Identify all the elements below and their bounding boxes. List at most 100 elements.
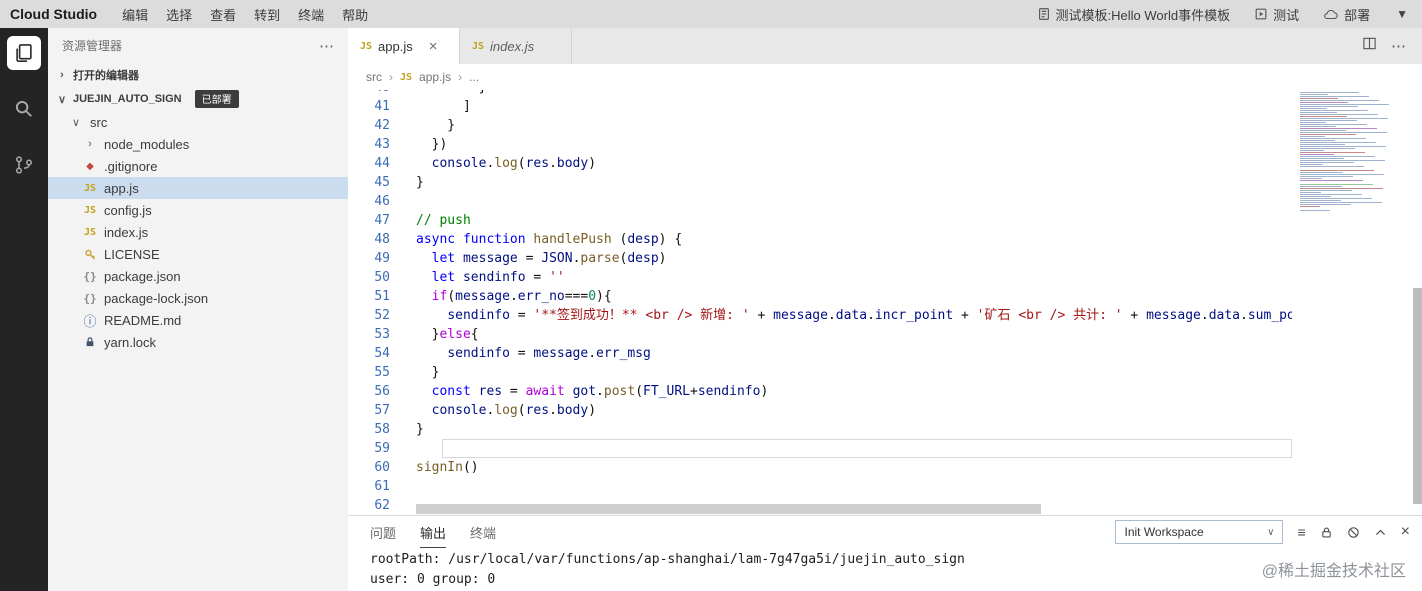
- line-number[interactable]: 49: [348, 249, 390, 268]
- code-text[interactable]: [390, 477, 416, 496]
- line-number[interactable]: 62: [348, 496, 390, 515]
- line-number[interactable]: 40: [348, 90, 390, 97]
- tree-item-LICENSE[interactable]: LICENSE: [48, 243, 348, 265]
- code-line-54[interactable]: 54 sendinfo = message.err_msg: [348, 344, 1292, 363]
- more-actions-icon[interactable]: ⋯: [1391, 37, 1406, 55]
- code-line-52[interactable]: 52 sendinfo = '**签到成功！** <br /> 新增: ' + …: [348, 306, 1292, 325]
- line-number[interactable]: 61: [348, 477, 390, 496]
- code-text[interactable]: }: [390, 90, 487, 97]
- code-line-55[interactable]: 55 }: [348, 363, 1292, 382]
- code-text[interactable]: [390, 496, 416, 515]
- code-text[interactable]: [390, 439, 416, 458]
- code-text[interactable]: console.log(res.body): [390, 401, 596, 420]
- split-editor-icon[interactable]: [1362, 36, 1377, 56]
- code-line-56[interactable]: 56 const res = await got.post(FT_URL+sen…: [348, 382, 1292, 401]
- tree-item-node_modules[interactable]: › node_modules: [48, 133, 348, 155]
- code-line-49[interactable]: 49 let message = JSON.parse(desp): [348, 249, 1292, 268]
- code-line-44[interactable]: 44 console.log(res.body): [348, 154, 1292, 173]
- menu-查看[interactable]: 查看: [201, 5, 245, 24]
- code-text[interactable]: if(message.err_no===0){: [390, 287, 612, 306]
- explorer-icon[interactable]: [7, 36, 41, 70]
- tree-item-config.js[interactable]: JS config.js: [48, 199, 348, 221]
- line-number[interactable]: 53: [348, 325, 390, 344]
- clear-output-icon[interactable]: [1347, 526, 1360, 539]
- tree-item-package.json[interactable]: {} package.json: [48, 265, 348, 287]
- code-text[interactable]: }): [390, 135, 448, 154]
- tree-item-.gitignore[interactable]: ◆ .gitignore: [48, 155, 348, 177]
- code-text[interactable]: sendinfo = '**签到成功！** <br /> 新增: ' + mes…: [390, 306, 1292, 325]
- code-line-61[interactable]: 61: [348, 477, 1292, 496]
- tree-item-yarn.lock[interactable]: yarn.lock: [48, 331, 348, 353]
- breadcrumb-item-file[interactable]: app.js: [419, 70, 451, 84]
- code-line-53[interactable]: 53 }else{: [348, 325, 1292, 344]
- code-line-47[interactable]: 47// push: [348, 211, 1292, 230]
- deploy-button[interactable]: 部署: [1311, 5, 1382, 24]
- line-number[interactable]: 56: [348, 382, 390, 401]
- code-text[interactable]: ]: [390, 97, 471, 116]
- code-line-48[interactable]: 48 async function handlePush (desp) {: [348, 230, 1292, 249]
- breadcrumb-item-src[interactable]: src: [366, 70, 382, 84]
- tab-index.js[interactable]: JS index.js: [460, 28, 572, 64]
- close-panel-icon[interactable]: ×: [1401, 523, 1410, 541]
- code-line-50[interactable]: 50 let sendinfo = '': [348, 268, 1292, 287]
- vertical-scrollbar[interactable]: [1413, 288, 1422, 504]
- line-number[interactable]: 43: [348, 135, 390, 154]
- code-editor[interactable]: 40 }41 ]42 }43 })44 console.log(res.body…: [348, 90, 1422, 515]
- code-text[interactable]: }else{: [390, 325, 479, 344]
- tree-item-index.js[interactable]: JS index.js: [48, 221, 348, 243]
- code-line-45[interactable]: 45}: [348, 173, 1292, 192]
- line-number[interactable]: 46: [348, 192, 390, 211]
- code-text[interactable]: }: [390, 116, 455, 135]
- search-icon[interactable]: [7, 92, 41, 126]
- output-channel-dropdown[interactable]: Init Workspace ∨: [1115, 520, 1284, 544]
- line-number[interactable]: 48: [348, 230, 390, 249]
- line-number[interactable]: 42: [348, 116, 390, 135]
- test-button[interactable]: 测试: [1242, 5, 1311, 24]
- tree-item-app.js[interactable]: JS app.js: [48, 177, 348, 199]
- menu-转到[interactable]: 转到: [245, 5, 289, 24]
- source-control-icon[interactable]: [7, 148, 41, 182]
- breadcrumb-item-symbol[interactable]: ...: [469, 70, 479, 84]
- code-line-43[interactable]: 43 }): [348, 135, 1292, 154]
- code-text[interactable]: const res = await got.post(FT_URL+sendin…: [390, 382, 769, 401]
- tree-item-README.md[interactable]: ⓘ README.md: [48, 309, 348, 331]
- line-number[interactable]: 41: [348, 97, 390, 116]
- workspace-section[interactable]: ∨ JUEJIN_AUTO_SIGN 已部署: [48, 87, 348, 111]
- code-line-40[interactable]: 40 }: [348, 90, 1292, 97]
- panel-tab-输出[interactable]: 输出: [420, 516, 447, 548]
- line-number[interactable]: 60: [348, 458, 390, 477]
- code-text[interactable]: async function handlePush (desp) {: [390, 230, 682, 249]
- tree-item-src[interactable]: ∨ src: [48, 111, 348, 133]
- tab-app.js[interactable]: JS app.js ×: [348, 28, 460, 64]
- code-text[interactable]: }: [390, 363, 440, 382]
- template-selector[interactable]: 测试模板:Hello World事件模板: [1025, 5, 1243, 24]
- line-number[interactable]: 54: [348, 344, 390, 363]
- code-line-58[interactable]: 58}: [348, 420, 1292, 439]
- code-line-46[interactable]: 46: [348, 192, 1292, 211]
- code-text[interactable]: signIn(): [390, 458, 479, 477]
- code-text[interactable]: let sendinfo = '': [390, 268, 565, 287]
- menu-编辑[interactable]: 编辑: [113, 5, 157, 24]
- code-text[interactable]: // push: [390, 211, 471, 230]
- tree-item-package-lock.json[interactable]: {} package-lock.json: [48, 287, 348, 309]
- titlebar-more-button[interactable]: ▼: [1382, 7, 1422, 21]
- line-number[interactable]: 57: [348, 401, 390, 420]
- line-number[interactable]: 52: [348, 306, 390, 325]
- code-line-41[interactable]: 41 ]: [348, 97, 1292, 116]
- line-number[interactable]: 58: [348, 420, 390, 439]
- lock-icon[interactable]: [1320, 526, 1333, 539]
- open-editors-section[interactable]: › 打开的编辑器: [48, 63, 348, 87]
- more-actions-icon[interactable]: ⋯: [319, 37, 334, 55]
- line-number[interactable]: 51: [348, 287, 390, 306]
- code-line-57[interactable]: 57 console.log(res.body): [348, 401, 1292, 420]
- code-line-60[interactable]: 60 signIn(): [348, 458, 1292, 477]
- code-text[interactable]: }: [390, 420, 424, 439]
- line-number[interactable]: 59: [348, 439, 390, 458]
- filter-icon[interactable]: ≡: [1297, 524, 1305, 540]
- code-line-59[interactable]: 59: [348, 439, 1292, 458]
- close-tab-icon[interactable]: ×: [429, 39, 438, 54]
- code-text[interactable]: [390, 192, 416, 211]
- horizontal-scrollbar[interactable]: [416, 504, 1041, 514]
- line-number[interactable]: 44: [348, 154, 390, 173]
- line-number[interactable]: 55: [348, 363, 390, 382]
